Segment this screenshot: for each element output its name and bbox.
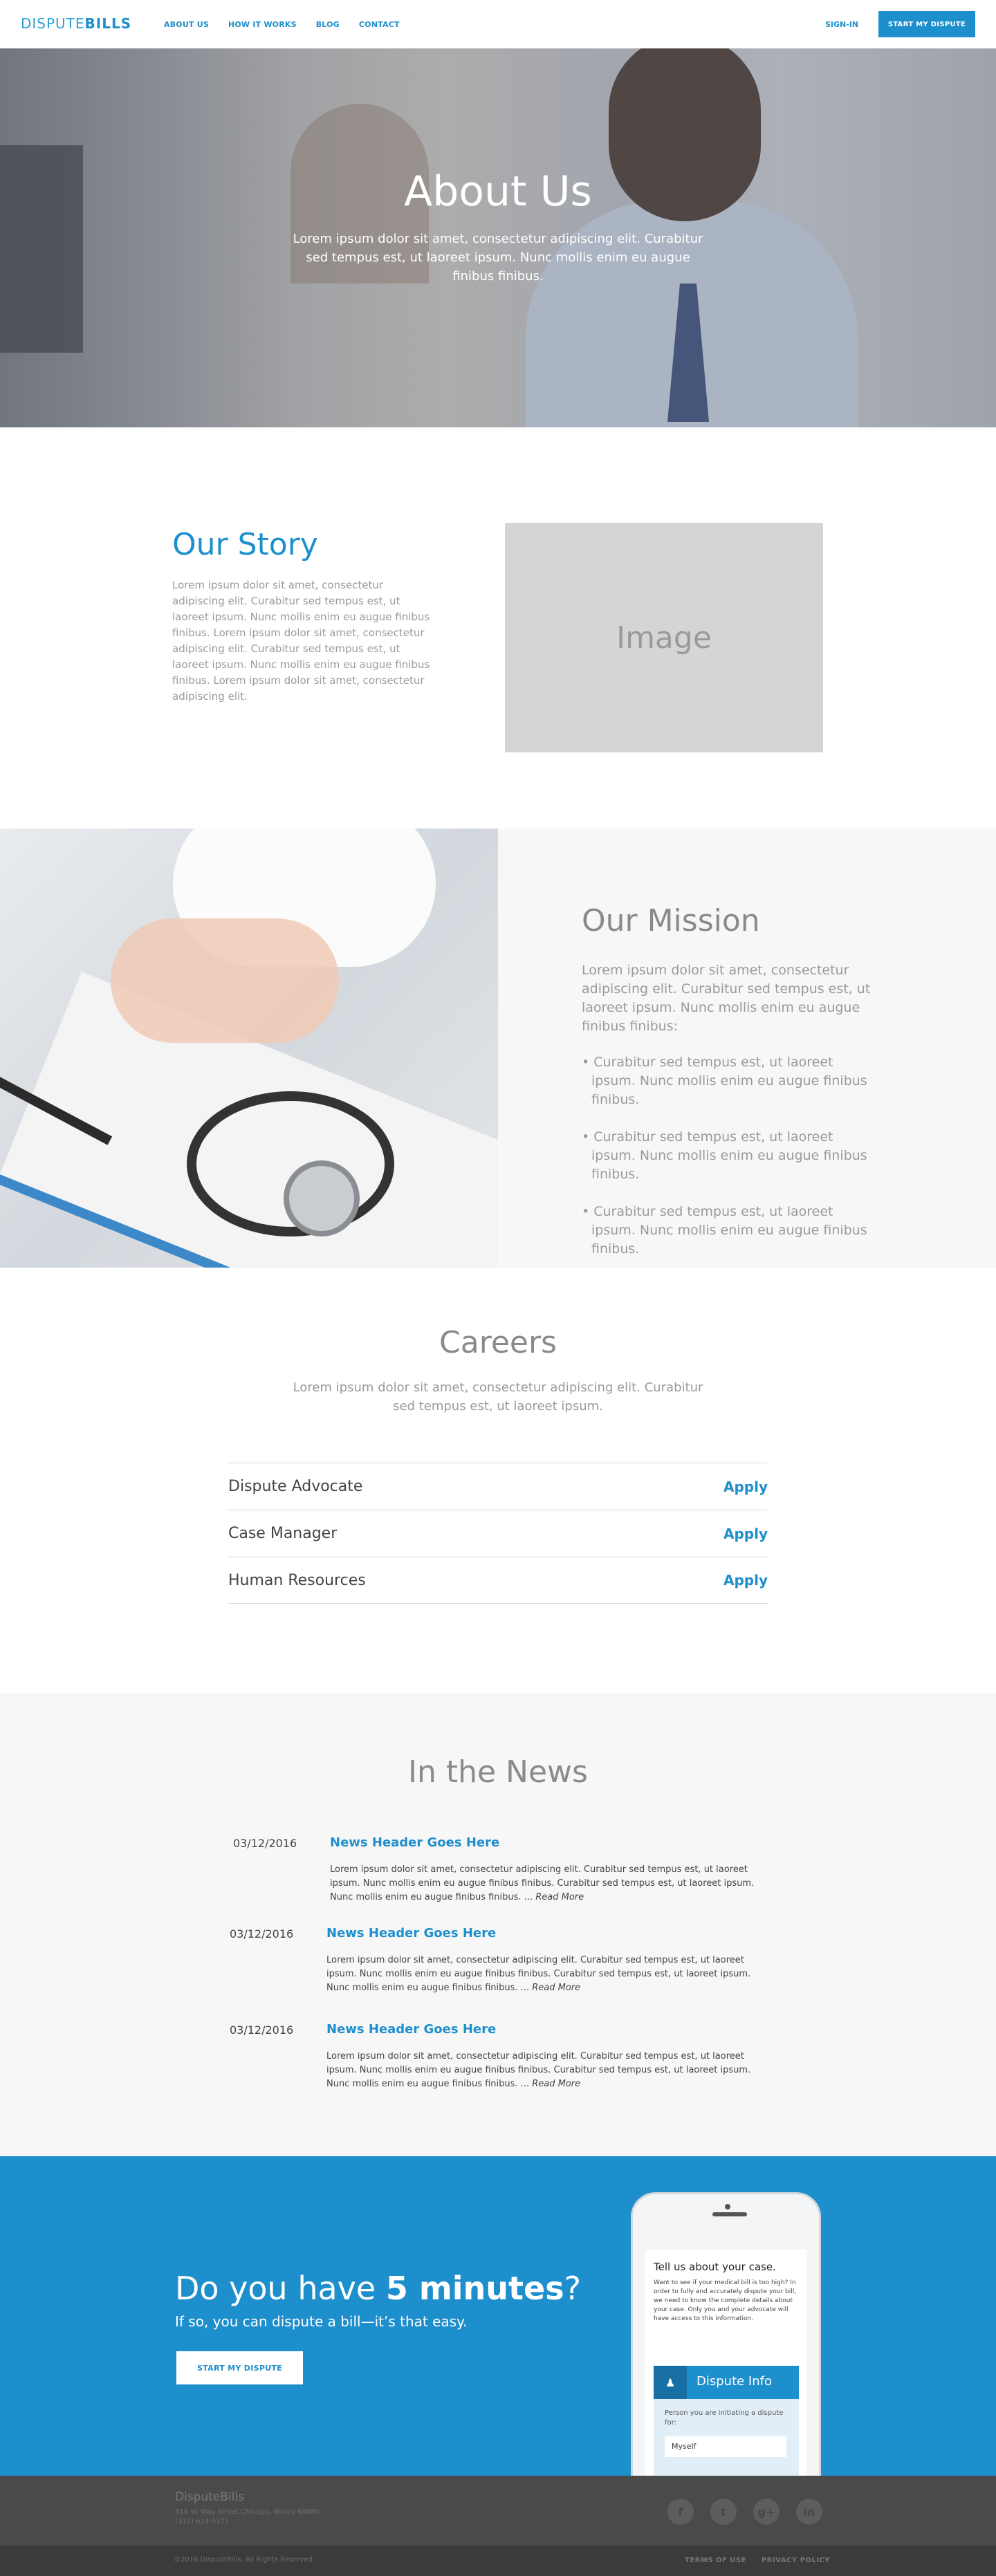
career-name: Case Manager [228,1525,338,1542]
story-image-placeholder: Image [505,523,823,752]
apply-link[interactable]: Apply [723,1526,768,1542]
dispute-info-bar: ♟ Dispute Info [654,2366,799,2399]
google-plus-icon[interactable]: g+ [753,2499,780,2525]
dispute-form: Person you are initiating a dispute for:… [654,2399,799,2476]
footer-brand: DisputeBills [175,2490,245,2504]
logo-light-text: DISPUTE [21,15,85,32]
dispute-info-label: Dispute Info [697,2374,772,2389]
news-date: 03/12/2016 [230,1927,294,1940]
twitter-icon[interactable]: t [710,2499,737,2525]
cta-subtext: If so, you can dispute a bill—it’s that … [175,2313,468,2330]
person-icon: ♟ [654,2366,687,2399]
news-item: 03/12/2016 News Header Goes Here Lorem i… [230,1926,783,1996]
privacy-policy-link[interactable]: PRIVACY POLICY [762,2557,830,2564]
phone-screen: Tell us about your case. Want to see if … [645,2250,806,2476]
phone-screen-text: Want to see if your medical bill is too … [654,2279,797,2322]
read-more-link[interactable]: Read More [532,2079,580,2089]
story-text: Lorem ipsum dolor sit amet, consectetur … [172,579,430,703]
cta-heading-bold: 5 minutes [385,2270,564,2307]
sign-in-link[interactable]: SIGN-IN [825,20,858,29]
read-more-link[interactable]: Read More [532,1983,580,1993]
footer-address-line: 616 W. Way Street Chicago, Illinois 6068… [175,2508,320,2516]
story-title: Our Story [172,527,318,562]
news-header-link[interactable]: News Header Goes Here [330,1835,499,1850]
careers-title: Careers [439,1325,557,1360]
footer-social: f t g+ in [667,2499,822,2525]
logo[interactable]: DISPUTEBILLS [21,15,131,32]
career-name: Human Resources [228,1571,366,1589]
terms-of-use-link[interactable]: TERMS OF USE [685,2557,746,2564]
apply-link[interactable]: Apply [723,1572,768,1588]
nav-link-contact[interactable]: CONTACT [359,20,400,29]
phone-screen-title: Tell us about your case. [654,2261,776,2273]
news-body: Lorem ipsum dolor sit amet, consectetur … [326,1954,769,1995]
news-header-link[interactable]: News Header Goes Here [326,1926,496,1940]
cta-heading: Do you have 5 minutes? [175,2270,581,2307]
mission-list: • Curabitur sed tempus est, ut laoreet i… [582,1053,879,1277]
image-placeholder-label: Image [616,620,712,656]
career-row: Dispute Advocate Apply [228,1463,768,1510]
career-name: Dispute Advocate [228,1478,363,1495]
news-date: 03/12/2016 [233,1837,297,1850]
hero-banner: About Us Lorem ipsum dolor sit amet, con… [0,48,996,427]
news-item: 03/12/2016 News Header Goes Here Lorem i… [230,2022,783,2093]
mission-title: Our Mission [582,903,760,938]
cta-heading-post: ? [564,2270,582,2307]
nav-link-blog[interactable]: BLOG [316,20,340,29]
nav-link-about-us[interactable]: ABOUT US [164,20,209,29]
career-row: Case Manager Apply [228,1510,768,1557]
cta-start-dispute-button[interactable]: START MY DISPUTE [176,2351,303,2384]
mission-text: Lorem ipsum dolor sit amet, consectetur … [582,963,871,1034]
mission-photo [0,828,498,1268]
news-body: Lorem ipsum dolor sit amet, consectetur … [330,1863,773,1905]
footer-copyright: ©2016 DisputeBills. All Rights Reserved. [174,2556,315,2564]
news-title: In the News [408,1754,588,1790]
apply-link[interactable]: Apply [723,1479,768,1495]
news-date: 03/12/2016 [230,2023,294,2037]
phone-mockup: Tell us about your case. Want to see if … [631,2192,821,2476]
cta-section: Do you have 5 minutes? If so, you can di… [0,2156,996,2476]
dispute-for-field[interactable]: Myself [665,2436,786,2457]
mission-bullet: • Curabitur sed tempus est, ut laoreet i… [582,1055,867,1107]
career-row: Human Resources Apply [228,1557,768,1604]
logo-bold-text: BILLS [84,15,132,32]
careers-subtitle: Lorem ipsum dolor sit amet, consectetur … [293,1380,703,1414]
mission-bullet: • Curabitur sed tempus est, ut laoreet i… [582,1204,867,1257]
hero-text: Lorem ipsum dolor sit amet, consectetur … [293,232,703,284]
phone-speaker-icon [712,2212,747,2216]
dispute-question: Person you are initiating a dispute for: [665,2409,784,2427]
facebook-icon[interactable]: f [667,2499,694,2525]
nav-link-how-it-works[interactable]: HOW IT WORKS [228,20,297,29]
start-dispute-button[interactable]: START MY DISPUTE [878,11,975,37]
footer-phone: (312) 624-9171 [175,2518,230,2526]
news-header-link[interactable]: News Header Goes Here [326,2022,496,2037]
read-more-link[interactable]: Read More [535,1892,584,1902]
phone-camera-icon [725,2204,730,2209]
mission-bullet: • Curabitur sed tempus est, ut laoreet i… [582,1129,867,1182]
nav-links: ABOUT US HOW IT WORKS BLOG CONTACT [164,20,400,29]
cta-heading-pre: Do you have [175,2270,386,2307]
footer-links: TERMS OF USE PRIVACY POLICY [685,2557,830,2564]
footer-bottom-bar [0,2546,996,2576]
hero-title: About Us [404,167,592,216]
news-item: 03/12/2016 News Header Goes Here Lorem i… [233,1835,786,1906]
top-nav: DISPUTEBILLS ABOUT US HOW IT WORKS BLOG … [0,0,996,48]
footer-address: 616 W. Way Street Chicago, Illinois 6068… [175,2508,320,2527]
news-body: Lorem ipsum dolor sit amet, consectetur … [326,2050,769,2091]
linkedin-icon[interactable]: in [796,2499,822,2525]
